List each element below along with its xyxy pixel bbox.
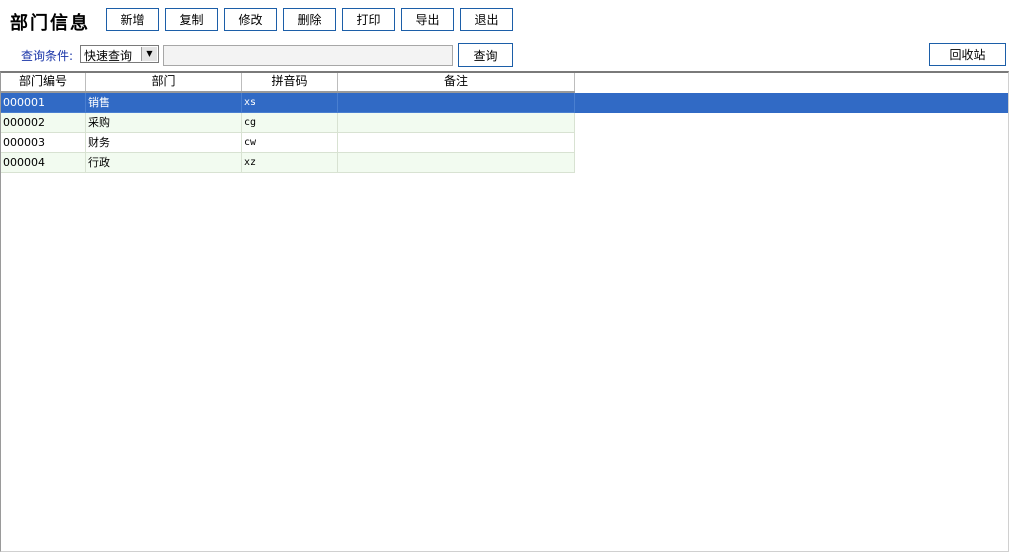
cell-department: 采购 [86,113,242,133]
query-condition-label: 查询条件: [21,49,74,63]
recycle-bin-button[interactable]: 回收站 [929,43,1006,66]
exit-button[interactable]: 退出 [460,8,513,31]
column-header-note[interactable]: 备注 [338,73,575,91]
cell-pinyin: xz [242,153,338,173]
chevron-down-icon[interactable]: ▼ [141,47,157,61]
table-row[interactable]: 000002 采购 cg [1,113,575,133]
search-input[interactable] [163,45,453,66]
cell-department: 销售 [86,93,242,113]
search-button[interactable]: 查询 [458,43,513,67]
cell-department: 财务 [86,133,242,153]
table-row[interactable]: 000004 行政 xz [1,153,575,173]
column-header-department[interactable]: 部门 [86,73,242,91]
add-button[interactable]: 新增 [106,8,159,31]
cell-pinyin: xs [242,93,338,113]
cell-note [338,153,575,173]
cell-note [338,133,575,153]
query-mode-select[interactable]: 快速查询 ▼ [80,45,159,63]
cell-code: 000002 [1,113,86,133]
cell-pinyin: cg [242,113,338,133]
grid-header: 部门编号 部门 拼音码 备注 [1,73,575,93]
cell-pinyin: cw [242,133,338,153]
cell-note [338,93,575,113]
column-header-code[interactable]: 部门编号 [1,73,86,91]
edit-button[interactable]: 修改 [224,8,277,31]
cell-department: 行政 [86,153,242,173]
cell-note [338,113,575,133]
delete-button[interactable]: 删除 [283,8,336,31]
column-header-pinyin[interactable]: 拼音码 [242,73,338,91]
table-row[interactable]: 000003 财务 cw [1,133,575,153]
cell-code: 000003 [1,133,86,153]
export-button[interactable]: 导出 [401,8,454,31]
print-button[interactable]: 打印 [342,8,395,31]
query-mode-value: 快速查询 [84,49,133,63]
cell-code: 000001 [1,93,86,113]
cell-code: 000004 [1,153,86,173]
table-row[interactable]: 000001 销售 xs [1,93,1008,113]
data-grid[interactable]: 部门编号 部门 拼音码 备注 000001 销售 xs 000002 采购 cg… [0,71,1009,552]
copy-button[interactable]: 复制 [165,8,218,31]
page-title: 部门信息 [10,13,90,34]
